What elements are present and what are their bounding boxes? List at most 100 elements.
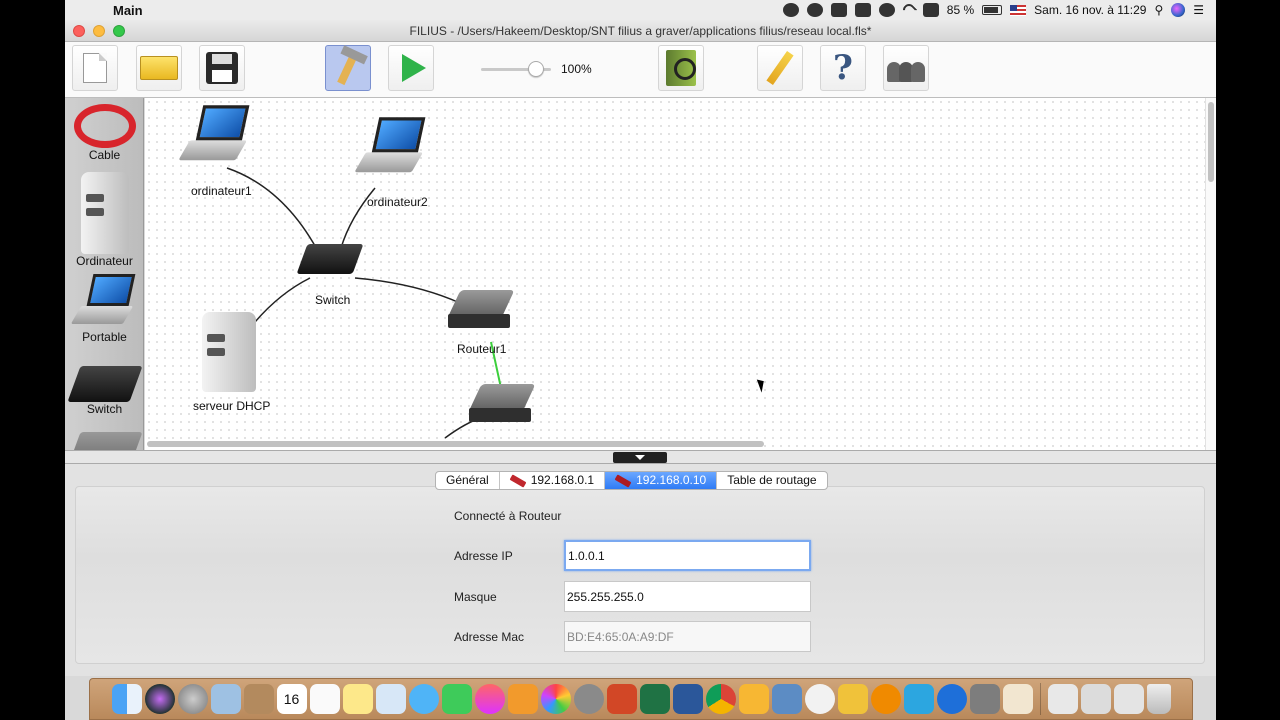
migration-icon[interactable]	[903, 684, 934, 714]
vertical-scrollbar[interactable]	[1205, 98, 1216, 450]
java-icon[interactable]	[1002, 684, 1033, 714]
mask-field[interactable]	[564, 581, 811, 612]
tab-interface-2[interactable]: 192.168.0.10	[605, 472, 718, 489]
volume-icon[interactable]	[922, 3, 939, 17]
battery-icon[interactable]	[982, 5, 1003, 15]
notification-center-icon[interactable]: ☰	[1193, 3, 1204, 17]
split-divider[interactable]	[65, 450, 1216, 464]
zoom-label: 100%	[561, 62, 592, 76]
node-label: ordinateur1	[191, 184, 252, 198]
node-router[interactable]	[468, 384, 536, 428]
screen: Main 85 % Sam. 16 nov. à 11:29 ⚲ ☰ FILIU…	[65, 0, 1216, 720]
edit-button[interactable]	[757, 45, 803, 91]
trash-icon[interactable]	[1146, 684, 1171, 714]
save-button[interactable]	[199, 45, 245, 91]
mac-dock: 16	[89, 678, 1193, 720]
finder-icon[interactable]	[111, 684, 142, 714]
itunes-icon[interactable]	[474, 684, 505, 714]
calendar-icon[interactable]: 16	[276, 684, 307, 714]
reminders-icon[interactable]	[309, 684, 340, 714]
tab-interface-1[interactable]: 192.168.0.1	[500, 472, 606, 489]
palette-label: Switch	[86, 402, 123, 416]
record-icon[interactable]	[782, 3, 799, 17]
menubar-datetime[interactable]: Sam. 16 nov. à 11:29	[1034, 3, 1146, 17]
tab-general[interactable]: Général	[436, 472, 500, 489]
panda-icon[interactable]	[804, 684, 835, 714]
palette-item-router[interactable]	[65, 432, 143, 450]
network-canvas[interactable]: ordinateur1 ordinateur2 Switch Routeur1 …	[145, 98, 1205, 450]
hammer-icon	[337, 50, 359, 86]
simulation-mode-button[interactable]	[388, 45, 434, 91]
node-switch[interactable]	[296, 244, 364, 274]
horizontal-scrollbar[interactable]	[147, 441, 764, 447]
ibooks-icon[interactable]	[507, 684, 538, 714]
documents-icon[interactable]	[1080, 684, 1111, 714]
documentation-button[interactable]	[658, 45, 704, 91]
vertical-scroll-thumb[interactable]	[1208, 102, 1214, 182]
screen-mirror-icon[interactable]	[830, 3, 847, 17]
switch-icon	[66, 366, 143, 402]
camera-icon[interactable]	[854, 3, 871, 17]
switch-icon	[296, 244, 364, 274]
palette-label: Ordinateur	[76, 254, 133, 268]
siri-icon[interactable]	[1171, 3, 1186, 17]
node-routeur1[interactable]	[447, 290, 515, 334]
siri-icon[interactable]	[144, 684, 175, 714]
notes-icon[interactable]	[342, 684, 373, 714]
pencil-app-icon[interactable]	[837, 684, 868, 714]
palette-item-cable[interactable]: Cable	[65, 104, 143, 162]
launchpad-icon[interactable]	[177, 684, 208, 714]
palette-item-portable[interactable]: Portable	[65, 274, 143, 344]
open-file-button[interactable]	[136, 45, 182, 91]
spotlight-search-icon[interactable]: ⚲	[1154, 3, 1163, 17]
help-button[interactable]: ?	[820, 45, 866, 91]
router-icon	[447, 290, 515, 334]
downloads-icon[interactable]	[1047, 684, 1078, 714]
system-preferences-icon[interactable]	[573, 684, 604, 714]
wifi-icon[interactable]	[900, 1, 918, 19]
infinity-icon[interactable]	[878, 3, 895, 17]
server-icon	[202, 312, 256, 392]
powerpoint-icon[interactable]	[606, 684, 637, 714]
keyboard-flag-icon[interactable]	[1010, 4, 1027, 16]
screenshots-icon[interactable]	[1113, 684, 1144, 714]
messages-icon[interactable]	[408, 684, 439, 714]
design-mode-button[interactable]	[325, 45, 371, 91]
zoom-slider-knob[interactable]	[527, 61, 544, 77]
photos-icon[interactable]	[540, 684, 571, 714]
laptop-icon	[178, 105, 250, 167]
node-ordinateur2[interactable]	[354, 117, 426, 176]
contacts-icon[interactable]	[243, 684, 274, 714]
node-ordinateur1[interactable]	[178, 105, 250, 167]
laptop-icon	[70, 274, 135, 330]
info-button[interactable]	[883, 45, 929, 91]
utility-icon[interactable]	[969, 684, 1000, 714]
excel-icon[interactable]	[639, 684, 670, 714]
connected-to-label: Connecté à Routeur	[454, 509, 562, 523]
palette-label: Portable	[82, 330, 127, 344]
tab-routing-table[interactable]: Table de routage	[717, 472, 826, 489]
quicktime-icon[interactable]	[936, 684, 967, 714]
app-menu[interactable]: Main	[113, 3, 143, 18]
chrome-icon[interactable]	[705, 684, 736, 714]
node-serveur-dhcp[interactable]	[202, 312, 256, 392]
facetime-icon[interactable]	[441, 684, 472, 714]
preview-icon[interactable]	[210, 684, 241, 714]
router-icon	[468, 384, 536, 428]
palette-item-switch[interactable]: Switch	[65, 366, 143, 416]
collapse-panel-handle[interactable]	[613, 452, 667, 463]
battery-percent[interactable]: 85 %	[947, 3, 974, 17]
people-info-icon	[887, 54, 925, 82]
word-icon[interactable]	[672, 684, 703, 714]
creative-cloud-icon[interactable]	[806, 3, 823, 17]
app-icon[interactable]	[738, 684, 769, 714]
mac-address-field	[564, 621, 811, 652]
image-capture-icon[interactable]	[771, 684, 802, 714]
photos-app-icon[interactable]	[375, 684, 406, 714]
window-titlebar: FILIUS - /Users/Hakeem/Desktop/SNT filiu…	[65, 20, 1216, 42]
vlc-icon[interactable]	[870, 684, 901, 714]
ip-address-field[interactable]	[564, 540, 811, 571]
palette-item-ordinateur[interactable]: Ordinateur	[65, 172, 143, 268]
new-file-button[interactable]	[72, 45, 118, 91]
tab-label: 192.168.0.10	[636, 473, 707, 487]
